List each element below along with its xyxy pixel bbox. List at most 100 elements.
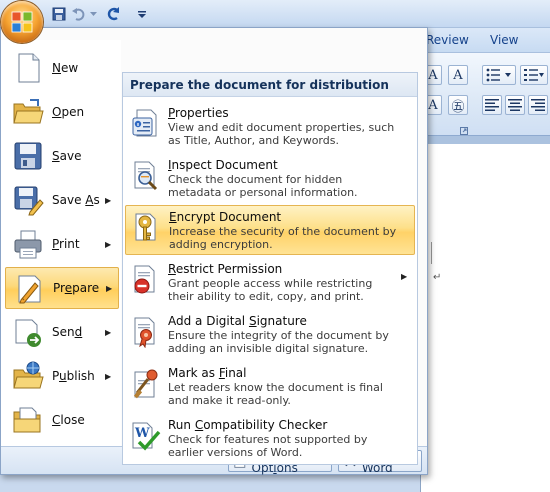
encrypt-document-description: Increase the security of the document by… (169, 225, 397, 251)
undo-icon[interactable] (70, 5, 88, 23)
customize-qat-icon[interactable] (136, 5, 148, 23)
document-area: ↵ (420, 136, 550, 492)
tab-view[interactable]: View (490, 33, 518, 47)
submenu-item-add-digital-signature[interactable]: Add a Digital Signature Ensure the integ… (125, 310, 415, 360)
menu-label-publish-pre: P (52, 369, 60, 383)
prepare-submenu: Prepare the document for distribution Pr… (122, 72, 418, 465)
menu-item-save-as[interactable]: Save As ▶ (5, 179, 119, 221)
restrict-permission-title: estrict Permission (175, 262, 283, 276)
compatibility-description: Check for features not supported by earl… (168, 433, 368, 459)
inspect-document-icon (134, 161, 158, 191)
chevron-right-icon: ▶ (105, 195, 112, 205)
bullets-button[interactable] (482, 65, 516, 85)
menu-label-send-pre: Sen (52, 325, 75, 339)
menu-label-publish-key: u (59, 369, 67, 383)
menu-label-prepare-pre: Pr (53, 281, 65, 295)
menu-label-print-key: P (52, 237, 60, 251)
mark-final-title-pre: Mark as (168, 366, 219, 380)
properties-title-key: P (168, 106, 176, 120)
digital-signature-description: Ensure the integrity of the document by … (168, 329, 389, 355)
menu-label-new: ew (60, 61, 79, 75)
quick-save-icon[interactable] (50, 5, 68, 23)
mark-final-title: inal (224, 366, 247, 380)
submenu-item-encrypt-document[interactable]: Encrypt Document Increase the security o… (125, 205, 415, 255)
menu-label-open: pen (61, 105, 85, 119)
office-button[interactable] (1, 1, 43, 43)
numbering-button[interactable] (520, 65, 548, 85)
menu-label-publish: blish (66, 369, 95, 383)
chevron-right-icon: ▶ (401, 272, 408, 281)
document-page[interactable]: ↵ (420, 144, 550, 492)
clear-formatting-icon[interactable]: A (448, 65, 468, 85)
font-dialog-launcher-icon[interactable] (460, 125, 468, 135)
office-menu: New Open Save Save As ▶ Print ▶ Prepare … (0, 27, 428, 475)
restrict-permission-description: Grant people access while restricting th… (168, 277, 373, 303)
submenu-item-restrict-permission[interactable]: Restrict Permission Grant people access … (125, 258, 415, 308)
new-document-icon (18, 53, 40, 83)
menu-item-save[interactable]: Save (5, 135, 119, 177)
save-disk-icon (14, 142, 42, 170)
send-icon (15, 319, 41, 347)
tab-review[interactable]: Review (426, 33, 469, 47)
close-folder-icon (13, 407, 41, 433)
encrypt-document-title: ncrypt Document (176, 210, 282, 224)
menu-label-save: ave (59, 149, 82, 163)
compatibility-title-pre: Run (168, 418, 195, 432)
align-right-icon[interactable] (528, 95, 548, 115)
menu-label-save-as: s (93, 193, 100, 207)
paragraph-mark-icon: ↵ (433, 272, 442, 283)
enclose-character-icon[interactable]: ㊄ (448, 95, 468, 115)
mark-final-icon (133, 369, 158, 399)
prepare-icon (18, 275, 41, 304)
compatibility-checker-icon: W (132, 422, 161, 451)
submenu-item-mark-as-final[interactable]: Mark as Final Let readers know the docum… (125, 362, 415, 412)
office-menu-commands: New Open Save Save As ▶ Print ▶ Prepare … (1, 40, 121, 446)
menu-label-prepare: pare (72, 281, 100, 295)
digital-signature-title-key: S (248, 314, 257, 328)
align-left-icon[interactable] (482, 95, 502, 115)
inspect-document-description: Check the document for hidden metadata o… (168, 173, 358, 199)
publish-icon (13, 361, 44, 389)
compatibility-title: ompatibility Checker (203, 418, 328, 432)
undo-dropdown-icon[interactable] (88, 5, 98, 23)
submenu-item-properties[interactable]: Properties View and edit document proper… (125, 102, 415, 152)
menu-label-save-key: S (52, 149, 60, 163)
chevron-right-icon: ▶ (105, 371, 112, 381)
digital-signature-title-pre: Add a Digital (168, 314, 249, 328)
properties-icon (132, 109, 157, 137)
digital-signature-icon (134, 317, 155, 348)
menu-item-open[interactable]: Open (5, 91, 119, 133)
restrict-permission-title-key: R (168, 262, 176, 276)
printer-icon (14, 230, 42, 259)
menu-item-publish[interactable]: Publish ▶ (5, 355, 119, 397)
redo-icon[interactable] (104, 5, 122, 23)
restrict-permission-icon (134, 265, 155, 294)
menu-label-close: lose (60, 413, 85, 427)
menu-item-print[interactable]: Print ▶ (5, 223, 119, 265)
menu-label-prepare-key: e (64, 281, 73, 295)
encrypt-key-icon (135, 213, 156, 241)
digital-signature-title: ignature (256, 314, 307, 328)
inspect-document-title: nspect Document (171, 158, 278, 172)
menu-item-prepare[interactable]: Prepare ▶ (5, 267, 119, 309)
properties-description: View and edit document properties, such … (168, 121, 395, 147)
svg-text:W: W (134, 426, 150, 441)
submenu-item-inspect-document[interactable]: Inspect Document Check the document for … (125, 154, 415, 204)
mark-final-description: Let readers know the document is final a… (168, 381, 383, 407)
save-as-icon (14, 186, 44, 216)
menu-item-new[interactable]: New (5, 47, 119, 89)
menu-item-send[interactable]: Send ▶ (5, 311, 119, 353)
compatibility-title-key: C (194, 418, 204, 432)
submenu-item-compatibility-checker[interactable]: W Run Compatibility Checker Check for fe… (125, 414, 415, 464)
margin-marker (431, 242, 432, 264)
menu-label-send-key: d (74, 325, 83, 339)
chevron-right-icon: ▶ (105, 239, 112, 249)
align-center-icon[interactable] (505, 95, 525, 115)
encrypt-document-title-key: E (169, 210, 177, 224)
menu-item-close[interactable]: Close (5, 399, 119, 441)
title-bar (0, 0, 550, 28)
menu-label-save-as-pre: Save (52, 193, 86, 207)
ribbon-body: A A A ㊄ (420, 52, 550, 136)
open-folder-icon (13, 99, 44, 124)
submenu-header: Prepare the document for distribution (123, 73, 417, 97)
